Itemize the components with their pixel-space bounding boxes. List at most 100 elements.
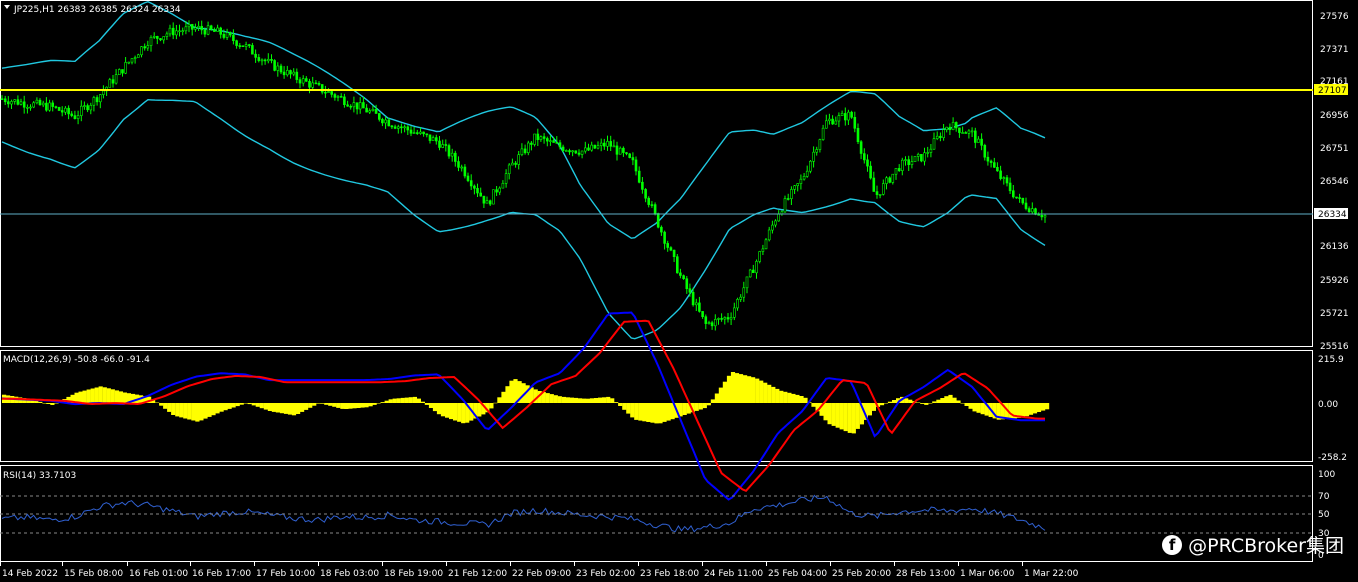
macd-histogram-bar — [195, 403, 200, 422]
candle-body — [479, 192, 483, 197]
macd-histogram-bar — [263, 403, 268, 410]
macd-histogram-bar — [247, 403, 252, 405]
macd-histogram-bar — [755, 378, 760, 403]
macd-histogram-bar — [287, 403, 293, 415]
candle-body — [469, 180, 473, 187]
rsi-label: RSI(14) 33.7103 — [3, 471, 76, 481]
candle-body — [891, 173, 895, 183]
candle-body — [675, 256, 679, 274]
candle-body — [10, 101, 13, 105]
time-label: 16 Feb 01:00 — [129, 569, 188, 579]
candle-body — [244, 44, 248, 47]
candle-body — [336, 96, 340, 98]
macd-histogram-bar — [823, 403, 828, 421]
candle-body — [660, 226, 663, 233]
candle-body — [162, 36, 165, 41]
candle-body — [612, 145, 616, 148]
price-label: 25926 — [1320, 276, 1349, 286]
macd-histogram-bar — [968, 403, 973, 409]
macd-histogram-bar — [340, 403, 345, 409]
candle-body — [758, 251, 762, 262]
time-label: 21 Feb 12:00 — [448, 569, 507, 579]
candle-body — [146, 45, 150, 49]
macd-histogram-bar — [1045, 403, 1050, 410]
price-label: 26956 — [1320, 111, 1349, 121]
candle-body — [644, 189, 647, 199]
macd-histogram-bar — [509, 380, 514, 403]
candle-body — [596, 145, 600, 149]
macd-histogram-bar — [726, 375, 732, 403]
candle-body — [222, 33, 226, 38]
candle-body — [190, 24, 194, 30]
candle-body — [175, 30, 178, 36]
candle-body — [41, 102, 45, 106]
rsi-scale-label: 50 — [1318, 510, 1330, 520]
candle-body — [786, 198, 790, 200]
macd-histogram-bar — [916, 402, 921, 403]
macd-histogram-bar — [706, 403, 711, 406]
candle-body — [295, 71, 299, 80]
candle-body — [517, 154, 521, 165]
macd-histogram-bar — [324, 403, 329, 405]
candle-body — [387, 119, 391, 127]
candle-body — [3, 98, 7, 103]
candle-body — [229, 32, 232, 36]
candle-body — [615, 145, 619, 155]
macd-histogram-bar — [787, 392, 792, 403]
candle-body — [390, 125, 394, 128]
candle-body — [425, 133, 429, 136]
macd-histogram-bar — [887, 401, 893, 403]
macd-histogram-bar — [783, 391, 788, 403]
candle-body — [580, 150, 584, 155]
candle-body — [276, 65, 280, 71]
macd-histogram-bar — [227, 403, 232, 409]
candle-body — [694, 302, 698, 306]
macd-histogram-bar — [42, 403, 47, 404]
candle-body — [742, 287, 746, 298]
macd-histogram-bar — [78, 391, 83, 403]
candle-body — [999, 170, 1002, 179]
candle-body — [520, 148, 524, 155]
macd-histogram-bar — [751, 377, 756, 403]
candle-body — [121, 69, 124, 74]
candle-body — [961, 132, 964, 134]
macd-histogram-bar — [231, 403, 236, 408]
macd-histogram-bar — [718, 387, 723, 403]
time-label: 24 Feb 11:00 — [704, 569, 763, 579]
candle-body — [989, 160, 993, 163]
time-label: 1 Mar 22:00 — [1024, 569, 1079, 579]
macd-histogram-bar — [98, 386, 103, 403]
macd-histogram-bar — [453, 403, 458, 421]
macd-histogram-bar — [159, 403, 164, 406]
trading-chart[interactable]: JP225,H1 26383 26385 26324 26334 MACD(12… — [0, 0, 1358, 582]
candle-body — [400, 126, 403, 129]
candle-body — [818, 139, 822, 150]
candle-body — [920, 154, 923, 162]
candle-body — [526, 142, 530, 153]
macd-histogram-bar — [1041, 403, 1046, 411]
macd-histogram-bar — [384, 400, 389, 403]
candle-body — [29, 106, 32, 109]
candle-body — [67, 107, 70, 115]
candle-body — [847, 111, 850, 121]
candle-body — [263, 59, 267, 62]
candle-body — [137, 54, 140, 58]
candle-body — [419, 131, 422, 134]
candle-body — [466, 175, 470, 181]
candle-body — [761, 248, 765, 252]
candle-body — [748, 269, 752, 278]
candle-body — [587, 147, 590, 151]
candle-body — [225, 32, 229, 38]
macd-histogram-bar — [155, 402, 160, 403]
macd-histogram-bar — [501, 391, 506, 403]
candle-body — [270, 58, 273, 61]
macd-histogram-bar — [102, 387, 107, 403]
candle-body — [555, 142, 559, 144]
candle-body — [57, 107, 61, 111]
macd-histogram-bar — [461, 403, 466, 424]
macd-histogram-bar — [420, 401, 425, 403]
candle-body — [713, 318, 717, 327]
macd-histogram-bar — [634, 403, 639, 420]
macd-histogram-bar — [82, 390, 87, 403]
macd-histogram-bar — [364, 403, 369, 408]
